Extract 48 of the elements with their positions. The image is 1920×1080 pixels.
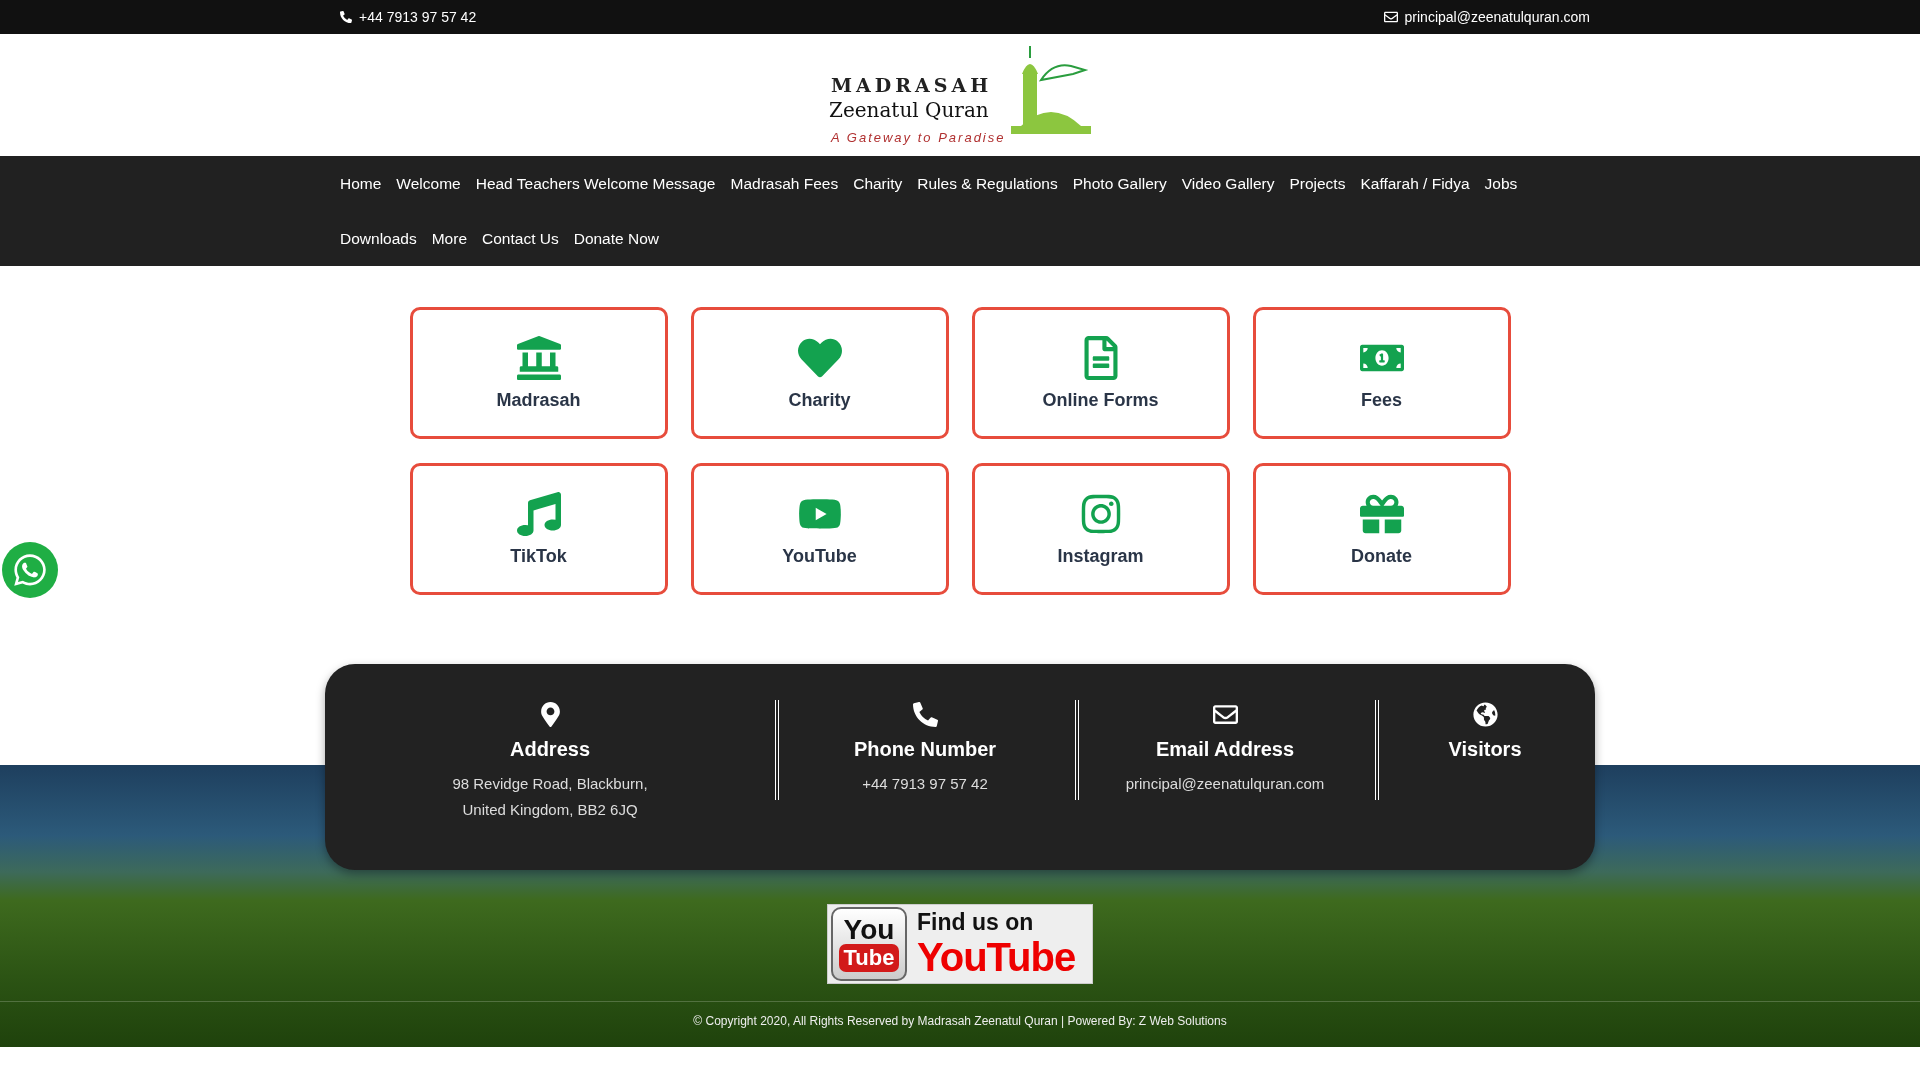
nav-link[interactable]: Charity — [853, 156, 903, 211]
contact-heading: Phone Number — [853, 738, 997, 761]
contact-heading: Visitors — [1448, 738, 1522, 761]
nav-link[interactable]: Home — [340, 156, 382, 211]
shortcut-tile[interactable]: Madrasah — [409, 307, 668, 439]
nav-link[interactable]: Head Teachers Welcome Message — [475, 156, 716, 211]
contact-detail: +44 7913 97 57 42 — [862, 774, 988, 794]
nav-link[interactable]: Rules & Regulations — [917, 156, 1058, 211]
email-address: principal@zeenatulquran.com — [1404, 9, 1590, 25]
phone-icon — [912, 700, 938, 728]
banner-caption: Find us on — [917, 909, 1035, 935]
nav-link[interactable]: Welcome — [396, 156, 461, 211]
shortcut-tile[interactable]: Charity — [690, 307, 949, 439]
banner-brand: YouTube — [917, 935, 1076, 979]
shortcut-tile[interactable]: Fees — [1252, 307, 1511, 439]
shortcut-tile[interactable]: Online Forms — [971, 307, 1230, 439]
nav-link[interactable]: Jobs — [1484, 156, 1518, 211]
phone-icon — [340, 11, 352, 23]
globe-icon — [1472, 700, 1498, 728]
nav-link[interactable]: Madrasah Fees — [730, 156, 839, 211]
logo-tagline: A Gateway to Paradise — [831, 130, 1006, 145]
logo-title: MADRASAH — [831, 74, 993, 96]
nav-link[interactable]: Video Gallery — [1181, 156, 1275, 211]
contact-heading: Email Address — [1155, 738, 1295, 761]
shortcut-tile[interactable]: TikTok — [409, 463, 668, 595]
contact-heading: Address — [510, 738, 590, 761]
bank-building-icon — [516, 335, 561, 380]
shortcut-tile[interactable]: Donate — [1252, 463, 1511, 595]
copyright-text: © Copyright 2020, All Rights Reserved by Madrasah Zeenatul Quran | Powered By: Z Web Solutions — [692, 1014, 1228, 1028]
music-note-icon — [516, 491, 561, 536]
logo-subtitle: Zeenatul Quran — [829, 98, 989, 122]
nav-link[interactable]: Downloads — [340, 211, 417, 266]
nav-link[interactable]: Projects — [1289, 156, 1346, 211]
envelope-icon — [1383, 10, 1398, 24]
shortcut-tile[interactable]: Instagram — [971, 463, 1230, 595]
nav-link[interactable]: Donate Now — [573, 211, 659, 266]
nav-link[interactable]: More — [431, 211, 467, 266]
contact-detail: 98 Revidge Road, Blackburn, — [452, 774, 648, 794]
nav-link[interactable]: Kaffarah / Fidya — [1360, 156, 1470, 211]
nav-link[interactable]: Photo Gallery — [1072, 156, 1167, 211]
contact-detail: principal@zeenatulquran.com — [1125, 774, 1325, 794]
speech-bubble-phone-icon — [12, 552, 48, 588]
youtube-logo: You Tube — [831, 907, 907, 981]
nav-link[interactable]: Contact Us — [482, 211, 559, 266]
shortcut-tile[interactable]: YouTube — [690, 463, 949, 595]
phone-number: +44 7913 97 57 42 — [359, 9, 477, 25]
whatsapp-button[interactable] — [2, 542, 58, 598]
contact-detail: United Kingdom, BB2 6JQ — [462, 800, 638, 820]
